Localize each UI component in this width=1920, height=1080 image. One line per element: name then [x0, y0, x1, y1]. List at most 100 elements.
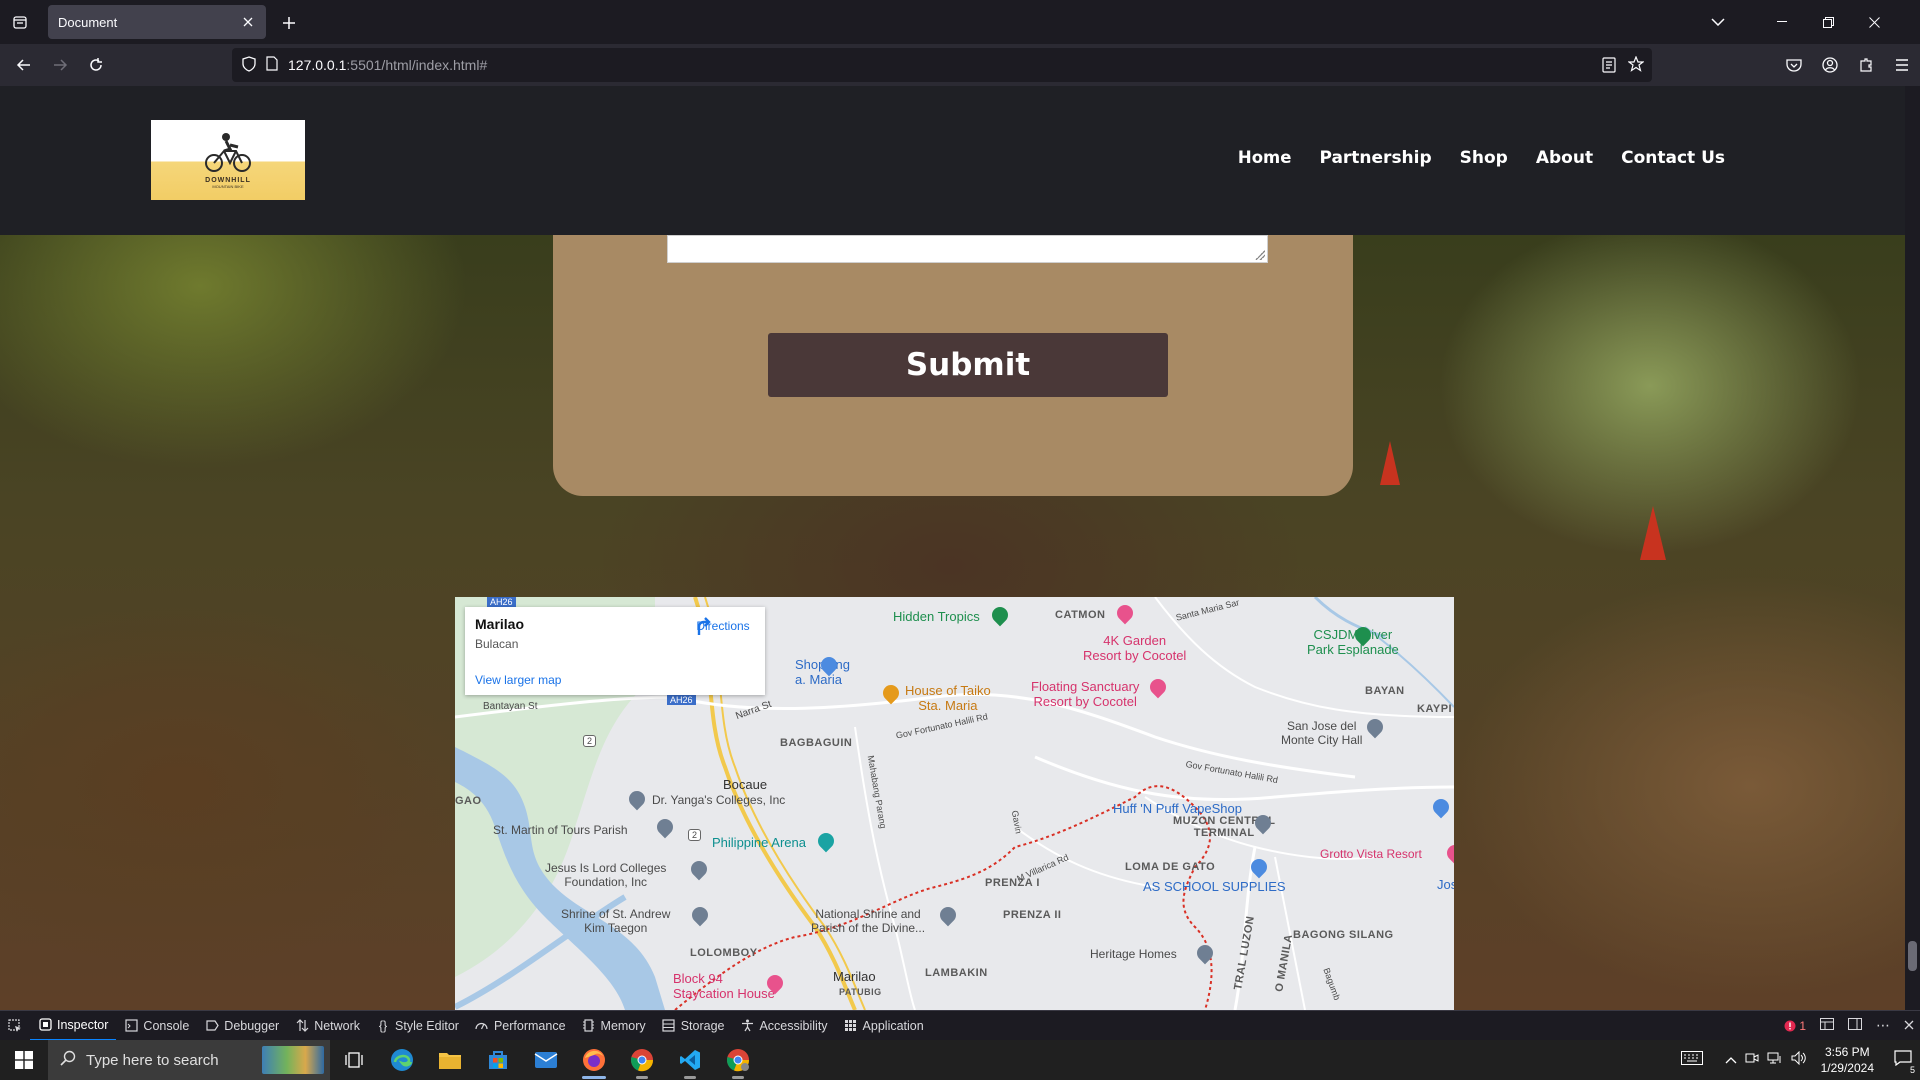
clock-time: 3:56 PM: [1824, 1045, 1870, 1059]
devtools-tab-storage[interactable]: Storage: [654, 1011, 733, 1041]
page-info-icon[interactable]: [266, 56, 278, 74]
dock-options-icon[interactable]: [1848, 1018, 1862, 1033]
error-count-badge[interactable]: 1: [1784, 1019, 1806, 1033]
clock-date: 1/29/2024: [1820, 1061, 1874, 1075]
close-devtools-icon[interactable]: [1904, 1019, 1914, 1033]
network-status-icon[interactable]: [1767, 1051, 1783, 1070]
meet-now-icon[interactable]: [1745, 1051, 1759, 1070]
split-console-icon[interactable]: [1820, 1018, 1834, 1033]
ah26-shield-a: AH26: [487, 597, 516, 607]
pocket-icon[interactable]: [1776, 49, 1812, 81]
windows-start-icon[interactable]: [0, 1040, 48, 1080]
message-textarea[interactable]: [667, 235, 1268, 263]
devtools-right-controls: 1 ⋯: [1784, 1017, 1914, 1034]
scrollbar-thumb[interactable]: [1908, 941, 1917, 971]
map-label-sjdm-city-hall[interactable]: San Jose del Monte City Hall: [1281, 719, 1362, 747]
map-label-bayan: BAYAN: [1365, 685, 1405, 697]
map-label-st-martin[interactable]: St. Martin of Tours Parish: [493, 823, 628, 837]
back-arrow-icon[interactable]: [6, 49, 42, 81]
devtools-tab-application[interactable]: Application: [836, 1011, 932, 1041]
nav-home[interactable]: Home: [1238, 148, 1292, 168]
devtools-tab-memory[interactable]: Memory: [574, 1011, 654, 1041]
devtools-tab-style-editor[interactable]: {} Style Editor: [368, 1011, 467, 1041]
map-label-4k-garden[interactable]: 4K Garden Resort by Cocotel: [1083, 633, 1186, 663]
element-picker-icon[interactable]: [0, 1011, 30, 1041]
taskbar-clock[interactable]: 3:56 PM 1/29/2024: [1815, 1044, 1880, 1076]
nav-shop[interactable]: Shop: [1460, 148, 1508, 168]
reload-icon[interactable]: [78, 49, 114, 81]
volume-icon[interactable]: [1791, 1050, 1807, 1070]
chrome-icon[interactable]: [618, 1040, 666, 1080]
devtools-tab-network[interactable]: Network: [287, 1011, 368, 1041]
submit-button[interactable]: Submit: [768, 333, 1168, 397]
map-label-jesus-is-lord[interactable]: Jesus Is Lord Colleges Foundation, Inc: [545, 861, 666, 889]
devtools-tab-inspector[interactable]: Inspector: [30, 1011, 117, 1041]
minimize-icon[interactable]: [1759, 0, 1805, 44]
resize-grip-icon[interactable]: [1255, 250, 1265, 260]
taskbar-search-box[interactable]: Type here to search: [48, 1040, 330, 1080]
error-icon: [1784, 1020, 1796, 1031]
map-label-hidden-tropics[interactable]: Hidden Tropics: [893, 609, 980, 624]
file-explorer-icon[interactable]: [426, 1040, 474, 1080]
map-place-card: Marilao Bulacan View larger map Directio…: [465, 607, 765, 695]
firefox-icon[interactable]: [570, 1040, 618, 1080]
nav-about[interactable]: About: [1536, 148, 1593, 168]
embedded-map[interactable]: Hidden Tropics CATMON 4K Garden Resort b…: [455, 597, 1454, 1010]
browser-tab[interactable]: Document: [48, 5, 266, 39]
nav-contact-us[interactable]: Contact Us: [1621, 148, 1725, 168]
microsoft-store-icon[interactable]: [474, 1040, 522, 1080]
map-label-grotto-vista[interactable]: Grotto Vista Resort: [1320, 847, 1422, 861]
map-label-yanga[interactable]: Dr. Yanga's Colleges, Inc: [652, 793, 785, 807]
map-label-block-94[interactable]: Block 94 Staycation House: [673, 971, 775, 1001]
app-menu-icon[interactable]: [1884, 49, 1920, 81]
page-scrollbar[interactable]: [1905, 86, 1920, 1010]
map-label-as-school-supplies[interactable]: AS SCHOOL SUPPLIES: [1143, 879, 1286, 894]
map-label-heritage-homes[interactable]: Heritage Homes: [1090, 947, 1177, 961]
map-label-csjdm[interactable]: CSJDM River Park Esplanade: [1307, 627, 1399, 657]
tab-overflow-chevron-icon[interactable]: [1695, 0, 1741, 44]
new-tab-icon[interactable]: [278, 12, 300, 34]
window-controls: [1695, 0, 1897, 44]
devtools-tab-accessibility[interactable]: Accessibility: [732, 1011, 835, 1041]
nav-partnership[interactable]: Partnership: [1319, 148, 1431, 168]
reader-view-icon[interactable]: [1602, 57, 1616, 76]
performance-icon: [475, 1019, 489, 1033]
devtools-tab-performance[interactable]: Performance: [467, 1011, 574, 1041]
map-label-catmon: CATMON: [1055, 609, 1106, 621]
bookmark-star-icon[interactable]: [1627, 55, 1645, 75]
list-all-tabs-icon[interactable]: [0, 0, 40, 44]
application-icon: [844, 1019, 858, 1033]
site-logo[interactable]: DOWNHILL MOUNTAIN BIKE: [151, 120, 305, 200]
show-hidden-icons-chevron[interactable]: [1725, 1051, 1737, 1069]
account-icon[interactable]: [1812, 49, 1848, 81]
directions-button[interactable]: Directions: [693, 617, 753, 635]
inspector-icon: [38, 1018, 52, 1032]
map-label-house-of-taiko[interactable]: House of Taiko Sta. Maria: [905, 683, 991, 713]
vscode-icon[interactable]: [666, 1040, 714, 1080]
tab-close-icon[interactable]: [240, 14, 256, 30]
more-options-icon[interactable]: ⋯: [1876, 1017, 1890, 1034]
forward-arrow-icon[interactable]: [42, 49, 78, 81]
notifications-icon[interactable]: 5: [1894, 1049, 1916, 1075]
map-label-philippine-arena[interactable]: Philippine Arena: [712, 835, 806, 850]
view-larger-map-link[interactable]: View larger map: [475, 673, 561, 687]
extensions-icon[interactable]: [1848, 49, 1884, 81]
map-label-shrine-st-andrew[interactable]: Shrine of St. Andrew Kim Taegon: [561, 907, 670, 935]
edge-browser-icon[interactable]: [378, 1040, 426, 1080]
devtools-tab-debugger[interactable]: Debugger: [197, 1011, 287, 1041]
tracking-shield-icon[interactable]: [242, 55, 256, 75]
devtools-tab-console[interactable]: Console: [116, 1011, 197, 1041]
map-label-huff-n-puff[interactable]: Huff 'N Puff VapeShop: [1113, 801, 1242, 816]
accessibility-icon: [740, 1019, 754, 1033]
search-icon: [60, 1050, 76, 1070]
close-window-icon[interactable]: [1851, 0, 1897, 44]
task-view-icon[interactable]: [330, 1040, 378, 1080]
keyboard-layout-icon[interactable]: [1680, 1050, 1703, 1070]
map-label-floating-sanctuary[interactable]: Floating Sanctuary Resort by Cocotel: [1031, 679, 1139, 709]
mail-icon[interactable]: [522, 1040, 570, 1080]
windows-taskbar: Type here to search 3:56 PM 1/29/2024 5: [0, 1040, 1920, 1080]
map-label-national-shrine[interactable]: National Shrine and Parish of the Divine…: [811, 907, 925, 935]
restore-icon[interactable]: [1805, 0, 1851, 44]
chrome-profile-icon[interactable]: [714, 1040, 762, 1080]
address-bar[interactable]: 127.0.0.1:5501/html/index.html#: [232, 48, 1652, 82]
